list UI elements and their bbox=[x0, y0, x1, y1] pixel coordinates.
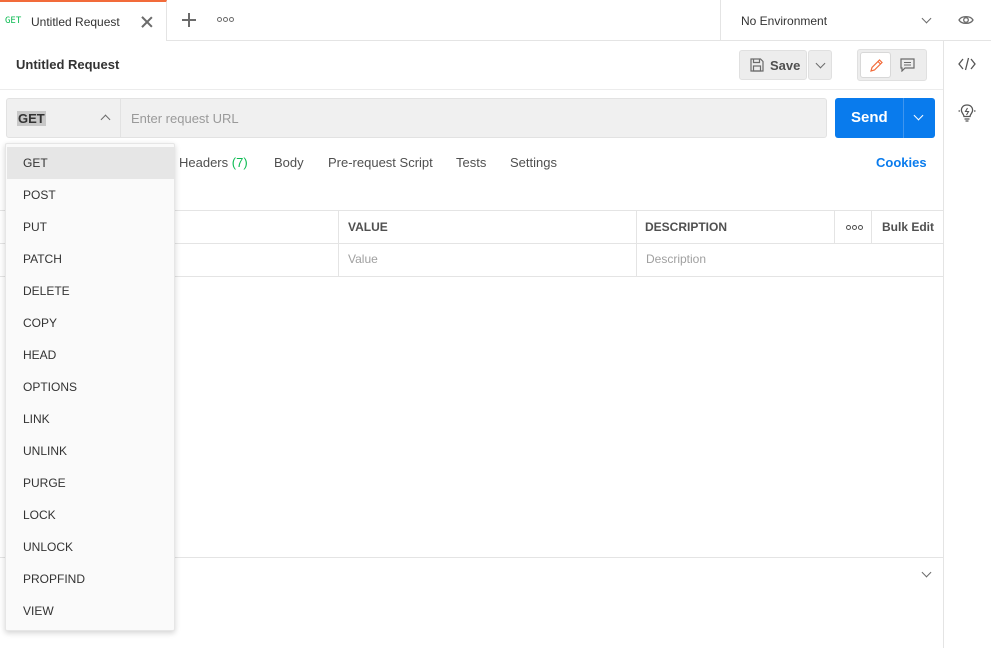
bulk-edit-button[interactable]: Bulk Edit bbox=[882, 220, 934, 234]
method-option-unlock[interactable]: UNLOCK bbox=[7, 531, 174, 563]
method-option-patch[interactable]: PATCH bbox=[7, 243, 174, 275]
save-label: Save bbox=[770, 58, 801, 73]
tab-title: Untitled Request bbox=[31, 15, 120, 29]
description-input[interactable]: Description bbox=[646, 252, 706, 266]
method-option-lock[interactable]: LOCK bbox=[7, 499, 174, 531]
close-icon[interactable] bbox=[140, 15, 154, 29]
chevron-down-icon[interactable] bbox=[921, 567, 932, 578]
method-option-delete[interactable]: DELETE bbox=[7, 275, 174, 307]
method-option-purge[interactable]: PURGE bbox=[7, 467, 174, 499]
url-input[interactable] bbox=[121, 98, 827, 138]
tab-settings[interactable]: Settings bbox=[510, 155, 557, 170]
chevron-up-icon bbox=[100, 114, 111, 125]
send-options-button[interactable] bbox=[903, 98, 935, 138]
method-option-copy[interactable]: COPY bbox=[7, 307, 174, 339]
eye-icon[interactable] bbox=[958, 14, 974, 26]
method-option-post[interactable]: POST bbox=[7, 179, 174, 211]
mode-toggle bbox=[857, 49, 927, 81]
method-value: GET bbox=[17, 111, 46, 126]
method-dropdown: GET POST PUT PATCH DELETE COPY HEAD OPTI… bbox=[5, 143, 175, 631]
save-options-button[interactable] bbox=[808, 50, 832, 80]
headers-count: (7) bbox=[231, 155, 248, 170]
method-option-unlink[interactable]: UNLINK bbox=[7, 435, 174, 467]
cookies-link[interactable]: Cookies bbox=[876, 155, 927, 170]
save-button[interactable]: Save bbox=[739, 50, 807, 80]
save-icon bbox=[750, 58, 764, 72]
method-option-put[interactable]: PUT bbox=[7, 211, 174, 243]
edit-mode-button[interactable] bbox=[860, 52, 891, 78]
header-divider bbox=[0, 89, 943, 90]
tab-body[interactable]: Body bbox=[274, 155, 304, 170]
request-tab[interactable]: GET Untitled Request bbox=[0, 0, 167, 41]
table-column-divider bbox=[636, 210, 637, 277]
plus-icon[interactable] bbox=[182, 13, 196, 27]
environment-selector[interactable]: No Environment bbox=[720, 0, 943, 41]
method-option-get[interactable]: GET bbox=[7, 147, 174, 179]
bulb-icon[interactable] bbox=[958, 103, 976, 123]
method-option-view[interactable]: VIEW bbox=[7, 595, 174, 627]
method-select[interactable]: GET bbox=[6, 98, 121, 138]
table-column-divider bbox=[834, 210, 835, 243]
environment-label: No Environment bbox=[741, 14, 828, 28]
tab-headers[interactable]: Headers (7) bbox=[179, 155, 248, 170]
column-header-description: DESCRIPTION bbox=[645, 220, 728, 234]
method-option-options[interactable]: OPTIONS bbox=[7, 371, 174, 403]
column-header-value: VALUE bbox=[348, 220, 388, 234]
code-icon[interactable] bbox=[958, 56, 976, 72]
method-option-propfind[interactable]: PROPFIND bbox=[7, 563, 174, 595]
table-column-divider bbox=[338, 210, 339, 277]
right-sidebar bbox=[943, 41, 991, 648]
chevron-down-icon bbox=[913, 110, 924, 121]
chevron-down-icon bbox=[815, 58, 826, 69]
tab-bar: GET Untitled Request No Environment bbox=[0, 0, 991, 41]
tab-headers-label: Headers bbox=[179, 155, 229, 170]
send-label: Send bbox=[851, 109, 888, 126]
tab-pre-request-script[interactable]: Pre-request Script bbox=[328, 155, 433, 170]
pencil-icon bbox=[870, 59, 883, 72]
method-option-head[interactable]: HEAD bbox=[7, 339, 174, 371]
comment-icon[interactable] bbox=[900, 58, 915, 72]
tab-tests[interactable]: Tests bbox=[456, 155, 486, 170]
more-icon[interactable] bbox=[846, 225, 863, 231]
table-column-divider bbox=[871, 210, 872, 243]
method-option-link[interactable]: LINK bbox=[7, 403, 174, 435]
request-title: Untitled Request bbox=[16, 57, 120, 72]
more-icon[interactable] bbox=[217, 17, 234, 23]
chevron-down-icon bbox=[921, 13, 932, 24]
value-input[interactable]: Value bbox=[348, 252, 378, 266]
tab-method-label: GET bbox=[5, 16, 22, 26]
send-button[interactable]: Send bbox=[835, 98, 903, 138]
